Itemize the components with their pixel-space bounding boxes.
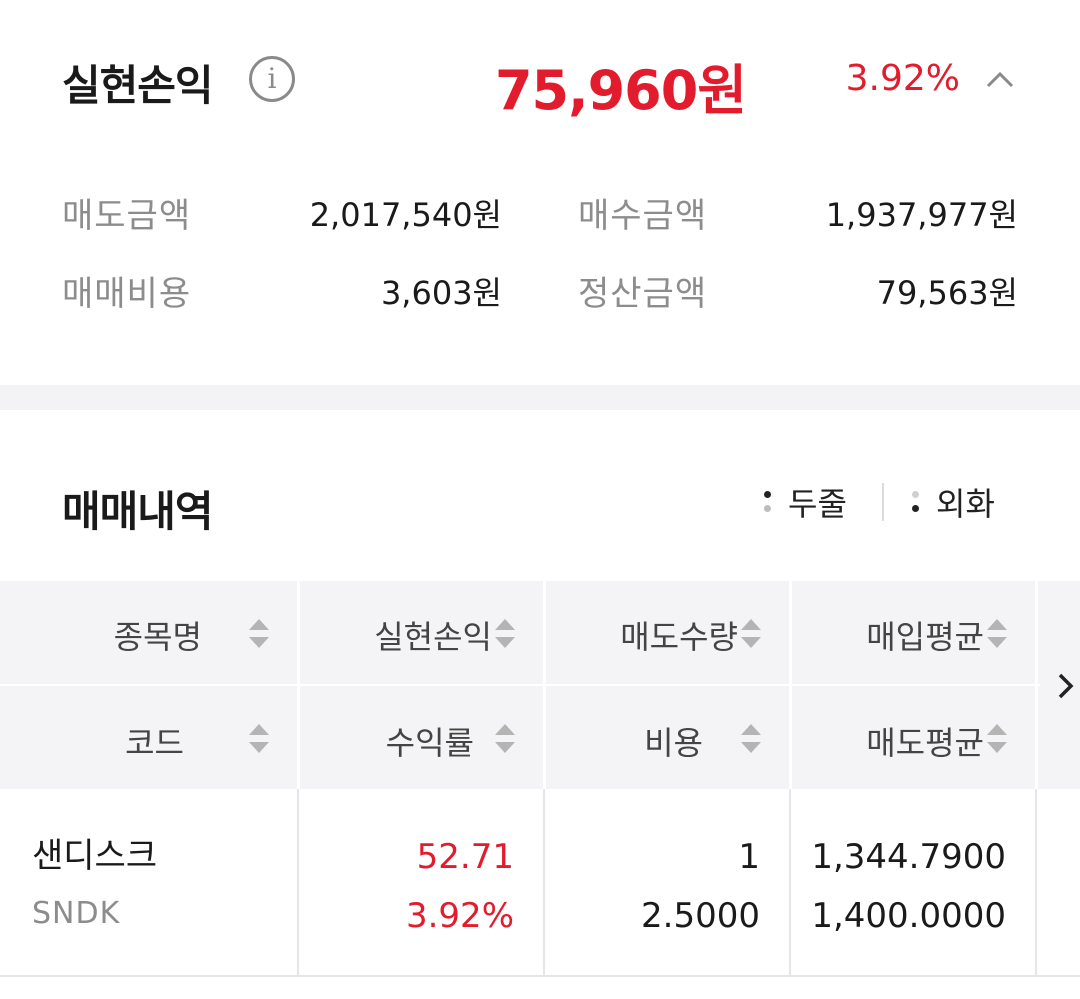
header-realized-pnl[interactable]: 실현손익 — [374, 612, 492, 658]
option-two-line[interactable]: 두줄 — [764, 482, 847, 523]
buy-amount-value: 1,937,977원 — [825, 196, 1018, 234]
row-divider — [0, 975, 1080, 977]
settlement-amount-value: 79,563원 — [876, 274, 1018, 312]
trade-history-title: 매매내역 — [62, 487, 214, 536]
buy-amount-label: 매수금액 — [578, 196, 708, 236]
header-return-rate[interactable]: 수익률 — [386, 718, 474, 764]
header-code[interactable]: 코드 — [125, 718, 184, 764]
chevron-up-icon[interactable] — [986, 66, 1014, 94]
sort-icon[interactable] — [249, 722, 269, 756]
section-divider — [0, 385, 1080, 410]
column-divider — [1035, 789, 1037, 977]
sort-icon[interactable] — [249, 617, 269, 651]
option-separator — [882, 483, 884, 521]
stock-code: SNDK — [32, 896, 121, 931]
cost-value: 2.5000 — [641, 896, 760, 936]
option-foreign-currency-label: 외화 — [936, 485, 995, 523]
header-buy-average[interactable]: 매입평균 — [866, 612, 984, 658]
toggle-dots-icon — [912, 491, 920, 513]
sort-icon[interactable] — [987, 722, 1007, 756]
chevron-right-icon[interactable] — [1052, 671, 1078, 701]
column-divider — [789, 789, 791, 977]
column-divider — [1035, 581, 1038, 789]
settlement-amount-label: 정산금액 — [578, 274, 708, 314]
info-icon[interactable]: i — [249, 56, 295, 102]
sort-icon[interactable] — [495, 617, 515, 651]
sort-icon[interactable] — [987, 617, 1007, 651]
header-cost[interactable]: 비용 — [644, 718, 703, 764]
column-divider — [789, 581, 792, 789]
header-row-divider — [0, 684, 1040, 686]
sort-icon[interactable] — [741, 617, 761, 651]
return-rate-value: 3.92% — [405, 896, 514, 936]
sell-amount-value: 2,017,540원 — [309, 196, 502, 234]
toggle-dots-icon — [764, 491, 772, 513]
sell-average-value: 1,400.0000 — [811, 896, 1006, 936]
realized-pnl-summary: 실현손익 i 75,960원 3.92% 매도금액 2,017,540원 매수금… — [0, 0, 1080, 385]
option-foreign-currency[interactable]: 외화 — [912, 482, 995, 523]
header-sell-quantity[interactable]: 매도수량 — [620, 612, 738, 658]
sell-quantity-value: 1 — [738, 837, 760, 877]
summary-title: 실현손익 — [62, 61, 214, 110]
realized-pnl-value: 52.71 — [416, 837, 514, 877]
column-divider — [543, 789, 545, 977]
trade-cost-label: 매매비용 — [62, 274, 192, 314]
sort-icon[interactable] — [495, 722, 515, 756]
summary-amount: 75,960원 — [494, 59, 747, 122]
column-divider — [297, 581, 300, 789]
buy-average-value: 1,344.7900 — [811, 837, 1006, 877]
option-two-line-label: 두줄 — [788, 485, 847, 523]
header-stock-name[interactable]: 종목명 — [114, 612, 202, 658]
column-divider — [297, 789, 299, 977]
summary-rate: 3.92% — [845, 58, 960, 99]
stock-name[interactable]: 샌디스크 — [32, 828, 157, 877]
sort-icon[interactable] — [741, 722, 761, 756]
trade-cost-value: 3,603원 — [380, 274, 502, 312]
header-sell-average[interactable]: 매도평균 — [866, 718, 984, 764]
column-divider — [543, 581, 546, 789]
sell-amount-label: 매도금액 — [62, 196, 192, 236]
